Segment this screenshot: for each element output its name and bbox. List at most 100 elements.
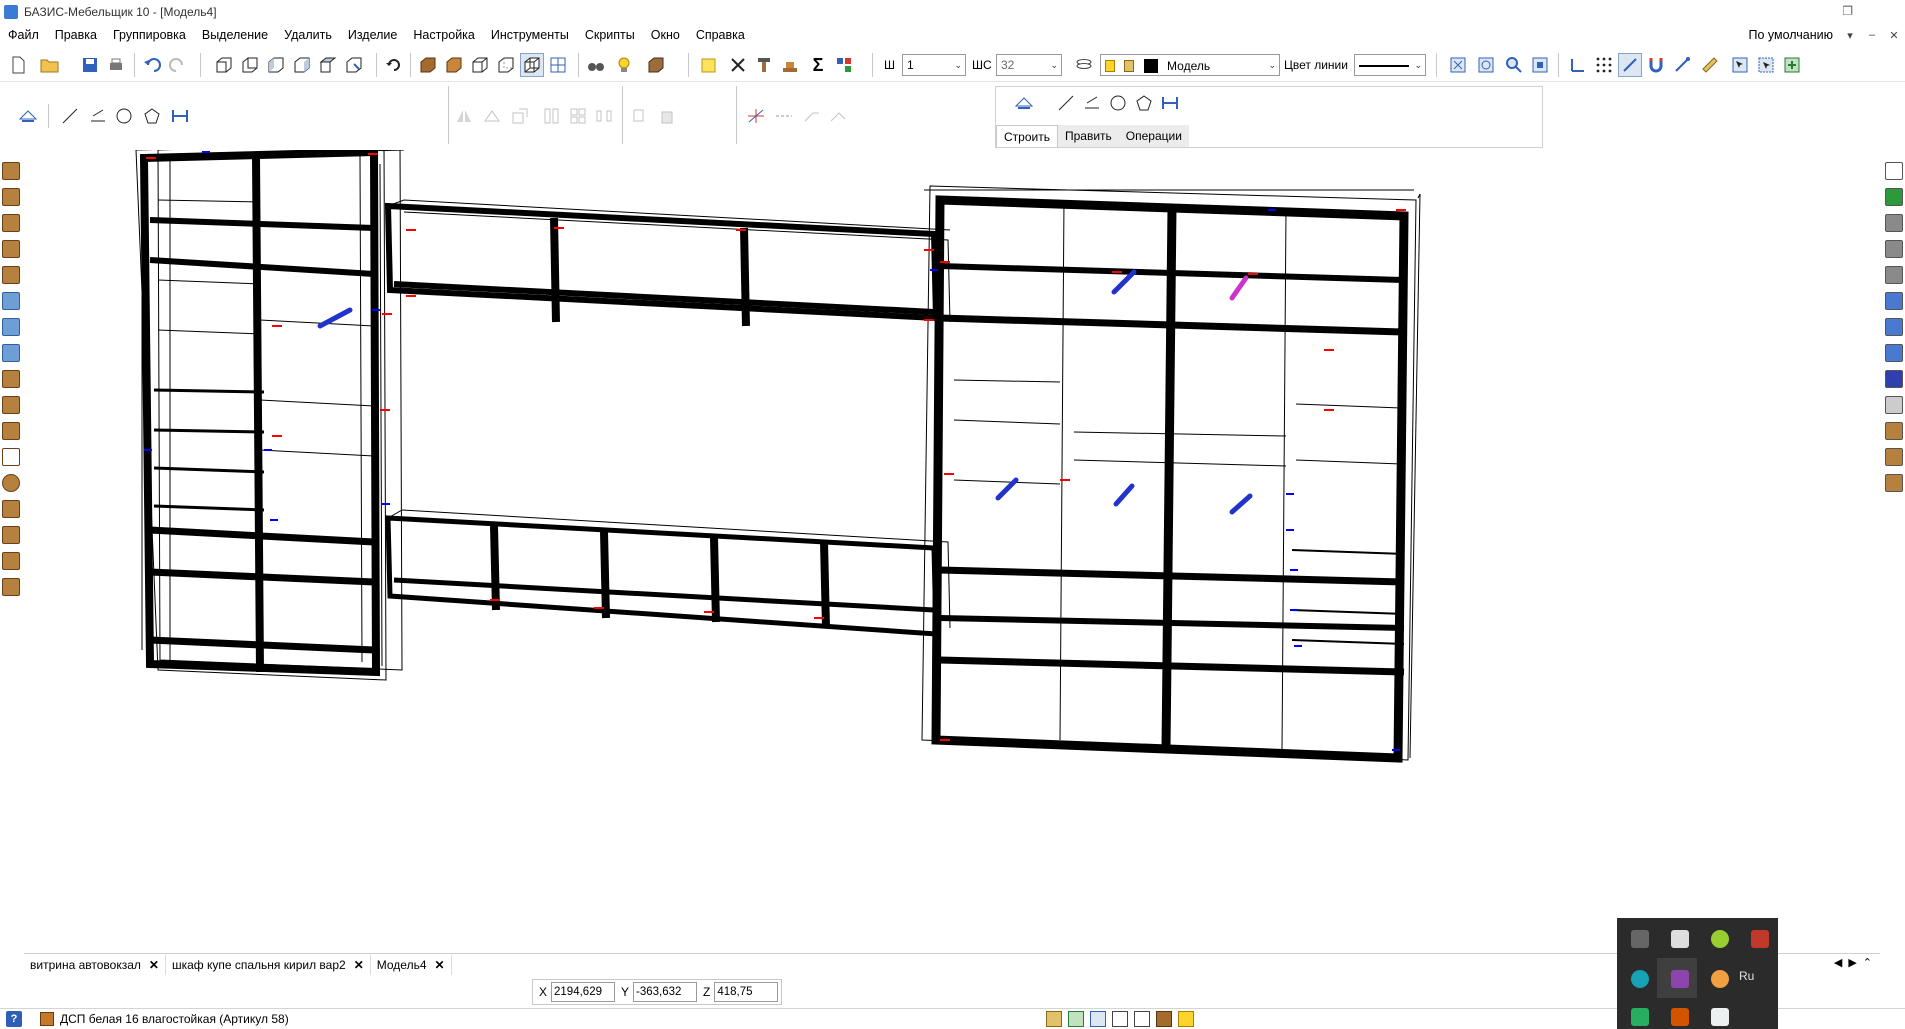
line-tool-icon[interactable] (58, 104, 82, 128)
view-front-icon[interactable] (212, 53, 236, 77)
render-solid-icon[interactable] (416, 53, 440, 77)
view-right-icon[interactable] (290, 53, 314, 77)
menu-product[interactable]: Изделие (340, 24, 406, 46)
measure-icon[interactable] (1698, 53, 1722, 77)
ortho-icon[interactable] (1670, 53, 1694, 77)
edge-band-3-icon[interactable] (1885, 266, 1903, 284)
status-tool-icon[interactable] (1134, 1011, 1150, 1027)
snap-icon[interactable] (1618, 53, 1642, 77)
sum-icon[interactable]: Σ (806, 53, 830, 77)
joint-3-icon[interactable] (1885, 474, 1903, 492)
tab-operations[interactable]: Операции (1118, 125, 1189, 147)
minimize-icon[interactable]: – (1861, 29, 1883, 41)
tray-app-icon[interactable] (1631, 1008, 1649, 1026)
sheet-icon[interactable] (1885, 162, 1903, 180)
horizontal-panel-icon[interactable] (2, 214, 20, 232)
edge-band-2-icon[interactable] (1885, 240, 1903, 258)
tab-expand-icon[interactable]: ⌃ (1863, 956, 1872, 969)
layer-manager-icon[interactable] (1072, 53, 1096, 77)
status-tool-icon[interactable] (1112, 1011, 1128, 1027)
status-tool-icon[interactable] (1046, 1011, 1062, 1027)
groups-icon[interactable] (832, 53, 856, 77)
menu-delete[interactable]: Удалить (276, 24, 340, 46)
status-tool-icon[interactable] (1068, 1011, 1084, 1027)
extend-icon[interactable] (800, 104, 824, 128)
arch-icon[interactable] (2, 396, 20, 414)
profile-dropdown-arrow-icon[interactable]: ▾ (1839, 29, 1861, 42)
axis-red-icon[interactable] (744, 104, 768, 128)
magnet-icon[interactable] (1644, 53, 1668, 77)
width-combo[interactable]: 1 ⌄ (902, 54, 966, 76)
material-icon[interactable] (1885, 188, 1903, 206)
render-hidden-icon[interactable] (494, 53, 518, 77)
tab-scroll-right-icon[interactable]: ▶ (1848, 956, 1856, 969)
new-file-icon[interactable] (6, 53, 30, 77)
rotate-copy-icon[interactable] (480, 104, 504, 128)
frontal-panel-icon[interactable] (2, 240, 20, 258)
vertical-panel-icon[interactable] (2, 188, 20, 206)
bend-icon[interactable] (2, 422, 20, 440)
menu-tools[interactable]: Инструменты (483, 24, 577, 46)
shelf-icon[interactable] (2, 344, 20, 362)
tray-app-icon[interactable] (1751, 930, 1769, 948)
dimension-tool-icon[interactable] (168, 104, 192, 128)
y-field[interactable]: -363,632 (633, 982, 698, 1002)
close-icon[interactable]: ✕ (435, 958, 445, 972)
polygon-tool-icon[interactable] (1132, 91, 1156, 115)
rotate-icon[interactable] (382, 53, 406, 77)
binoculars-icon[interactable] (584, 53, 608, 77)
paste-icon[interactable] (654, 104, 678, 128)
shield-icon[interactable] (1711, 1008, 1729, 1026)
sticky-note-icon[interactable] (696, 53, 720, 77)
offset-line-icon[interactable] (86, 104, 110, 128)
panel-tool-icon[interactable] (2, 162, 20, 180)
dashed-line-icon[interactable] (772, 104, 796, 128)
joint-2-icon[interactable] (1885, 448, 1903, 466)
line-style-combo[interactable]: ⌄ (1354, 54, 1426, 76)
line-tool-icon[interactable] (1054, 91, 1078, 115)
zoom-prev-icon[interactable] (1528, 53, 1552, 77)
cabinet-icon[interactable] (2, 552, 20, 570)
circle-tool-icon[interactable] (1106, 91, 1130, 115)
render-frame-icon[interactable] (546, 53, 570, 77)
render-outline-icon[interactable] (520, 53, 544, 77)
array-icon[interactable] (540, 104, 564, 128)
sphere-icon[interactable] (2, 474, 20, 492)
fitting-icon[interactable] (2, 448, 20, 466)
model-viewport[interactable] (24, 141, 1880, 950)
tab-document[interactable]: витрина автовокзал ✕ (24, 954, 166, 975)
menu-grouping[interactable]: Группировка (105, 24, 194, 46)
close-icon[interactable]: ✕ (354, 958, 364, 972)
tray-app-icon[interactable] (1671, 1008, 1689, 1026)
usb-icon[interactable] (1671, 930, 1689, 948)
scale-icon[interactable] (508, 104, 532, 128)
tab-build[interactable]: Строить (996, 125, 1058, 147)
view-top-icon[interactable] (316, 53, 340, 77)
bulb-icon[interactable] (612, 53, 636, 77)
select-window-icon[interactable] (1754, 53, 1778, 77)
grid-icon[interactable] (1592, 53, 1616, 77)
wireframe-model[interactable] (24, 141, 1880, 950)
view-iso-icon[interactable] (342, 53, 366, 77)
array-grid-icon[interactable] (566, 104, 590, 128)
hole-2-icon[interactable] (1885, 318, 1903, 336)
box-icon[interactable] (644, 53, 668, 77)
render-shaded-icon[interactable] (442, 53, 466, 77)
pyramid-icon[interactable] (2, 500, 20, 518)
door-icon[interactable] (2, 318, 20, 336)
close-icon[interactable]: ✕ (149, 958, 159, 972)
zoom-icon[interactable] (1502, 53, 1526, 77)
sync-icon[interactable] (1631, 970, 1649, 988)
hole-icon[interactable] (1885, 292, 1903, 310)
tab-document-active[interactable]: Модель4 ✕ (370, 954, 452, 975)
brick-icon[interactable] (2, 578, 20, 596)
distribute-icon[interactable] (592, 104, 616, 128)
language-indicator[interactable]: Ru (1739, 969, 1754, 983)
zoom-window-icon[interactable] (1474, 53, 1498, 77)
help-icon[interactable]: ? (6, 1011, 22, 1027)
status-tool-icon[interactable] (1178, 1011, 1194, 1027)
z-field[interactable]: 418,75 (714, 982, 779, 1002)
tab-edit[interactable]: Править (1057, 125, 1119, 147)
tray-app-icon[interactable] (1711, 970, 1729, 988)
tray-app-icon[interactable] (1711, 930, 1729, 948)
